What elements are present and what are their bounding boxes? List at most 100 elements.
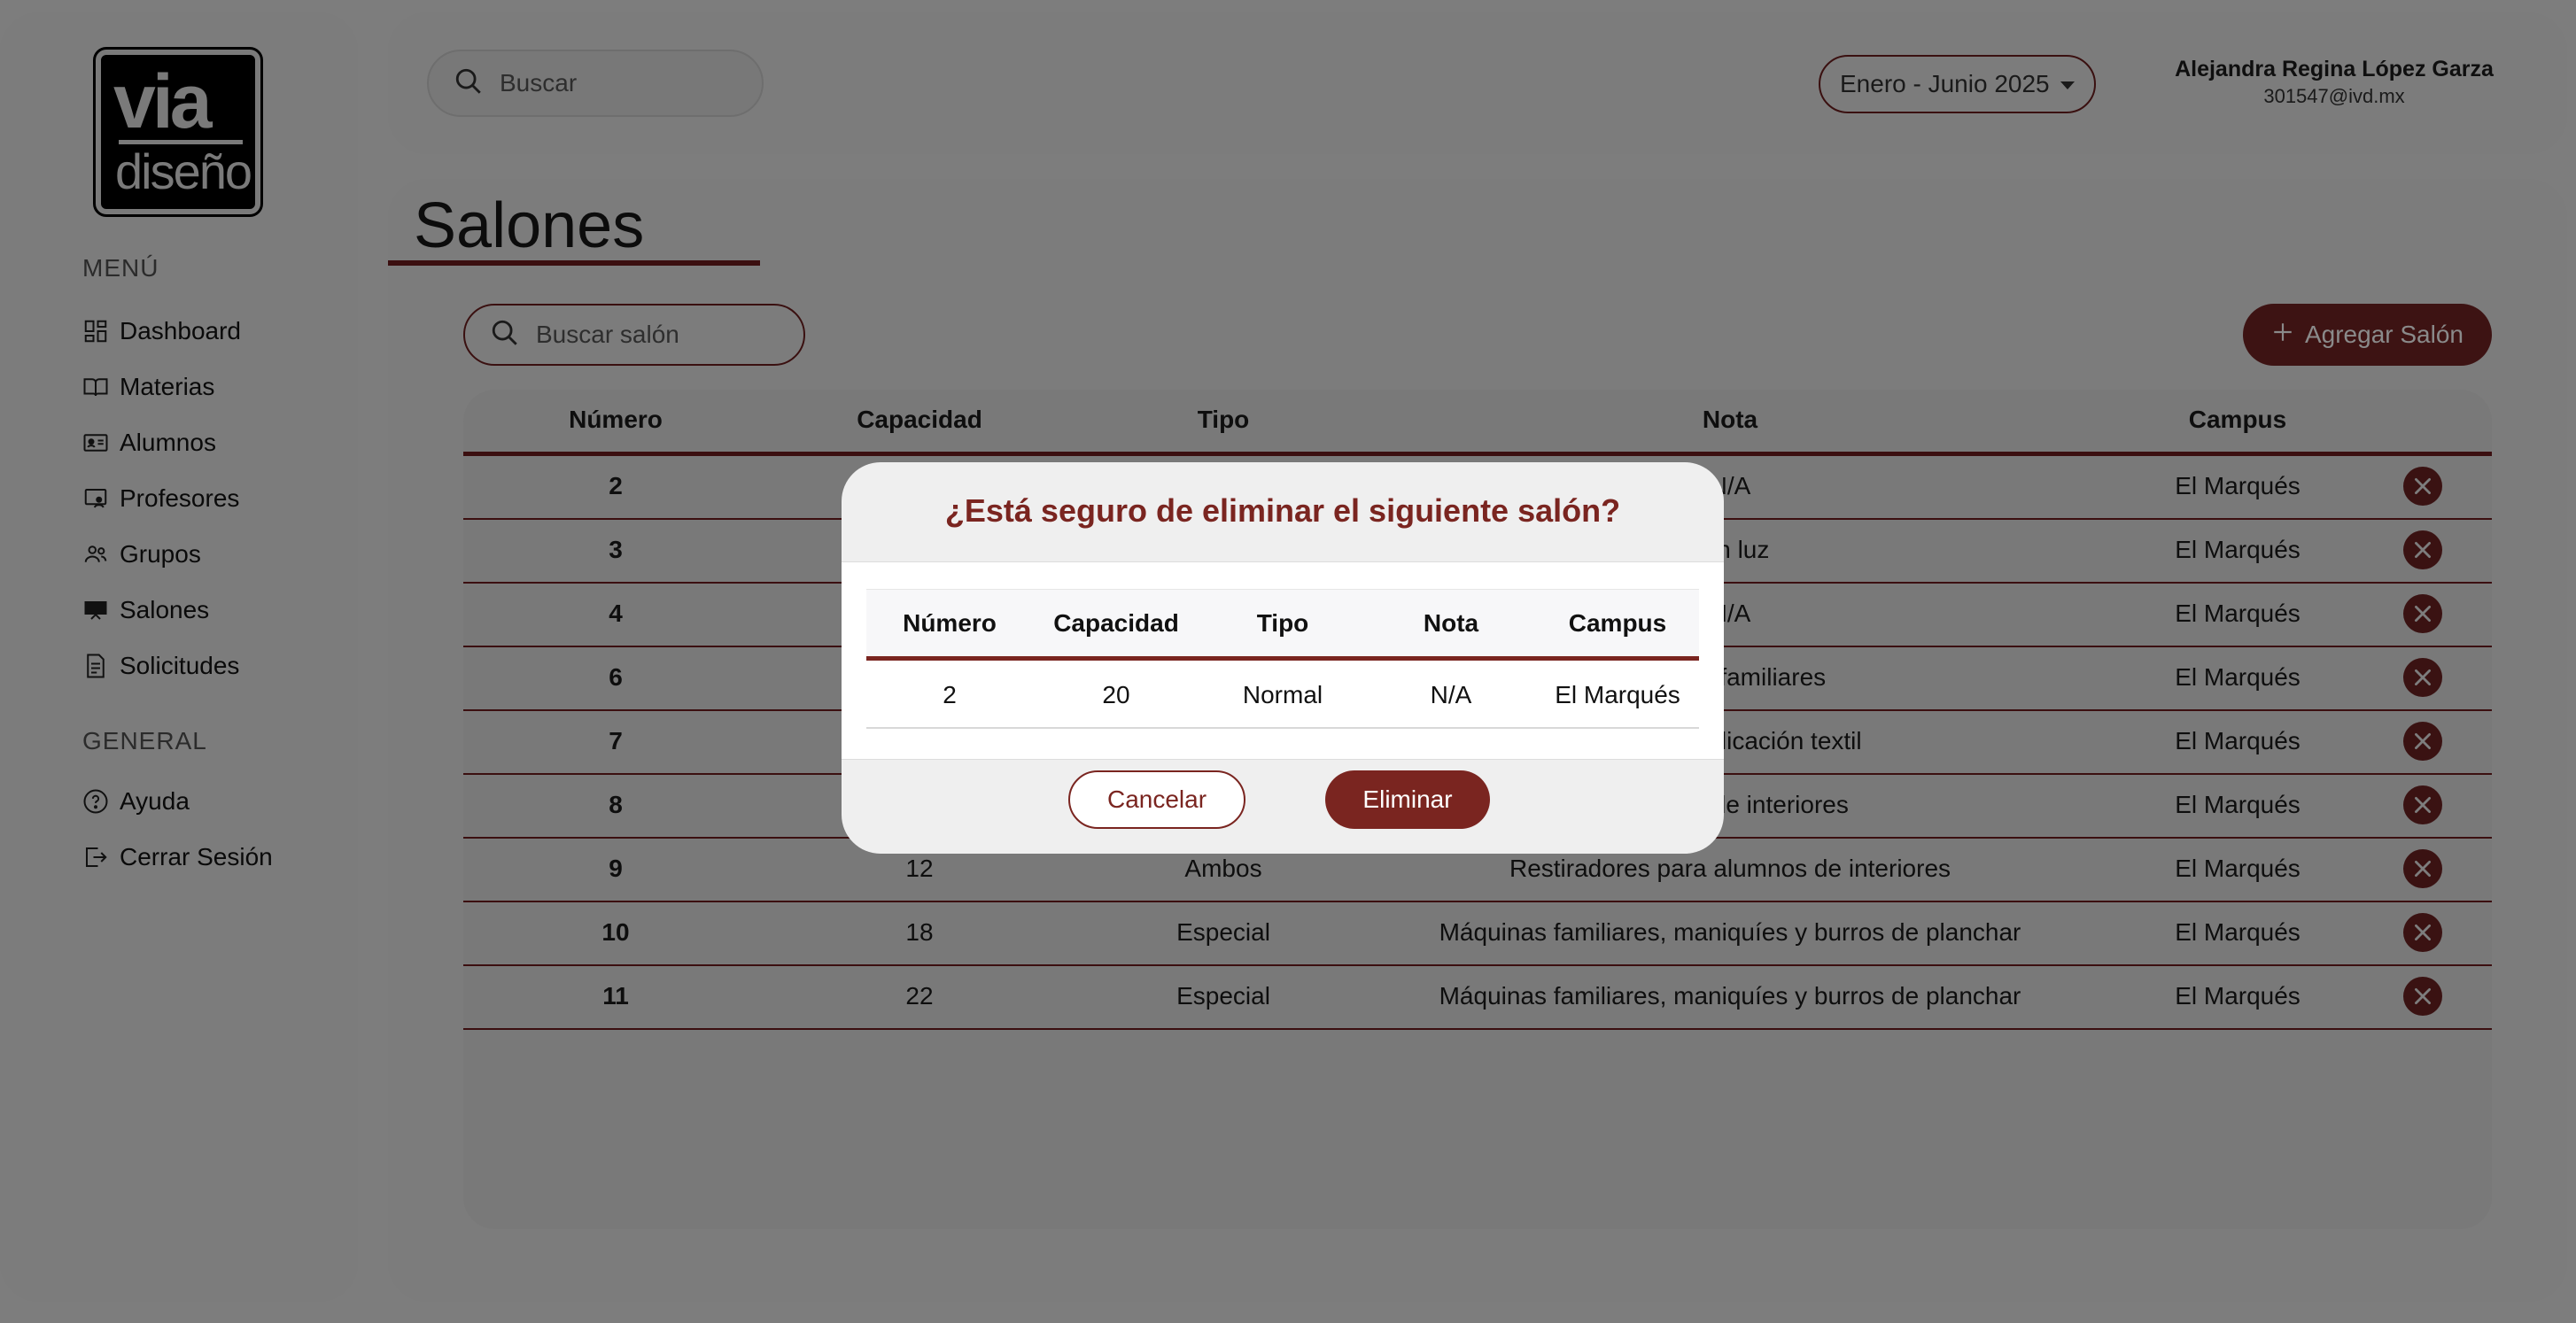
dashboard-icon: [82, 318, 109, 344]
close-icon: [2415, 478, 2431, 494]
delete-row-button[interactable]: [2403, 785, 2442, 824]
search-icon: [454, 66, 484, 101]
delete-row-button[interactable]: [2403, 849, 2442, 888]
classroom-search[interactable]: [463, 304, 805, 366]
dialog-row-divider: [866, 727, 1699, 729]
plus-icon: [2271, 321, 2294, 350]
cell-nota: Máquinas familiares, maniquíes y burros …: [1439, 982, 2021, 1010]
cell-campus: El Marqués: [2175, 855, 2301, 882]
search-input[interactable]: [500, 69, 712, 97]
sidebar-item-salones[interactable]: Salones: [82, 592, 209, 628]
column-header-nota[interactable]: Nota: [1703, 406, 1757, 434]
column-header-campus[interactable]: Campus: [2189, 406, 2286, 434]
user-email: 301547@ivd.mx: [2263, 85, 2405, 107]
dialog-table-divider: [866, 656, 1699, 661]
cell-tipo: Ambos: [1184, 855, 1262, 882]
cell-campus: El Marqués: [2175, 982, 2301, 1010]
cell-numero: 2: [609, 472, 623, 499]
classroom-icon: [82, 597, 109, 623]
close-icon: [2415, 988, 2431, 1004]
logo-text-diseno: diseño: [115, 143, 252, 199]
column-header-tipo[interactable]: Tipo: [1198, 406, 1250, 434]
close-icon: [2415, 733, 2431, 749]
teacher-icon: [82, 485, 109, 512]
sidebar-item-cerrar-sesion[interactable]: Cerrar Sesión: [82, 839, 273, 875]
sidebar-item-label: Cerrar Sesión: [120, 843, 273, 870]
dialog-cell-tipo: Normal: [1242, 681, 1323, 708]
dialog-cell-capacidad: 20: [1102, 681, 1130, 708]
dialog-column-campus: Campus: [1568, 609, 1667, 637]
cell-campus: El Marqués: [2175, 472, 2301, 499]
table-row: 10 18 Especial Máquinas familiares, maniquí…: [463, 902, 2492, 966]
delete-button[interactable]: Eliminar: [1325, 770, 1490, 829]
caret-down-icon: [2060, 81, 2075, 89]
delete-row-button[interactable]: [2403, 722, 2442, 761]
cell-nota: Restiradores para alumnos de interiores: [1509, 855, 1951, 882]
help-icon: [82, 788, 109, 815]
cell-capacidad: 22: [905, 982, 934, 1010]
book-icon: [82, 374, 109, 400]
cell-numero: 9: [609, 855, 623, 882]
cell-numero: 4: [609, 600, 623, 627]
cell-campus: El Marqués: [2175, 600, 2301, 627]
add-classroom-button[interactable]: Agregar Salón: [2243, 304, 2492, 366]
period-dropdown[interactable]: Enero - Junio 2025: [1819, 55, 2096, 113]
sidebar-item-dashboard[interactable]: Dashboard: [82, 313, 241, 349]
sidebar-item-label: Solicitudes: [120, 652, 240, 679]
dialog-column-capacidad: Capacidad: [1053, 609, 1179, 637]
dialog-column-numero: Número: [903, 609, 997, 637]
menu-section-title: MENÚ: [82, 254, 159, 282]
sidebar-item-alumnos[interactable]: Alumnos: [82, 425, 216, 460]
sidebar-item-label: Profesores: [120, 484, 240, 512]
close-icon: [2415, 606, 2431, 622]
document-icon: [82, 653, 109, 679]
dialog-title: ¿Está seguro de eliminar el siguiente sa…: [944, 492, 1621, 529]
cancel-button[interactable]: Cancelar: [1068, 770, 1245, 829]
cell-numero: 10: [601, 918, 630, 946]
sidebar-item-label: Dashboard: [120, 317, 241, 344]
delete-row-button[interactable]: [2403, 913, 2442, 952]
delete-row-button[interactable]: [2403, 467, 2442, 506]
close-icon: [2415, 669, 2431, 685]
cell-tipo: Especial: [1176, 982, 1270, 1010]
sidebar-item-solicitudes[interactable]: Solicitudes: [82, 648, 239, 684]
delete-row-button[interactable]: [2403, 530, 2442, 569]
close-icon: [2415, 797, 2431, 813]
sidebar-item-materias[interactable]: Materias: [82, 369, 214, 405]
via-diseno-logo[interactable]: via diseño: [93, 47, 263, 217]
cell-numero: 3: [609, 536, 623, 563]
sidebar-item-label: Grupos: [120, 540, 201, 568]
delete-row-button[interactable]: [2403, 977, 2442, 1016]
period-label: Enero - Junio 2025: [1840, 70, 2050, 97]
cell-tipo: Especial: [1176, 918, 1270, 946]
global-search[interactable]: [427, 50, 764, 117]
delete-row-button[interactable]: [2403, 594, 2442, 633]
dialog-table-header: Número Capacidad Tipo Nota Campus: [866, 589, 1699, 658]
cell-capacidad: 18: [905, 918, 934, 946]
sidebar-item-profesores[interactable]: Profesores: [82, 481, 239, 516]
table-row: 11 22 Especial Máquinas familiares, maniquí…: [463, 966, 2492, 1030]
sidebar-item-label: Ayuda: [120, 787, 190, 815]
classroom-search-input[interactable]: [536, 321, 749, 349]
logout-icon: [82, 844, 109, 870]
dialog-cell-campus: El Marqués: [1555, 681, 1680, 708]
dialog-cell-numero: 2: [943, 681, 957, 708]
delete-row-button[interactable]: [2403, 658, 2442, 697]
column-header-numero[interactable]: Número: [569, 406, 663, 434]
sidebar-item-ayuda[interactable]: Ayuda: [82, 784, 190, 819]
search-icon: [490, 318, 520, 352]
cell-capacidad: 12: [905, 855, 934, 882]
sidebar-item-grupos[interactable]: Grupos: [82, 537, 201, 572]
column-header-capacidad[interactable]: Capacidad: [857, 406, 982, 434]
page-title: Salones: [414, 190, 645, 261]
delete-confirmation-dialog: ¿Está seguro de eliminar el siguiente sa…: [842, 462, 1724, 854]
user-name[interactable]: Alejandra Regina López Garza: [2170, 57, 2498, 82]
cell-numero: 11: [602, 982, 629, 1010]
logo-text-via: via: [113, 59, 213, 144]
sidebar-item-label: Salones: [120, 596, 210, 623]
dialog-cell-nota: N/A: [1430, 681, 1472, 708]
close-icon: [2415, 542, 2431, 558]
dialog-body: Número Capacidad Tipo Nota Campus 2 20 N…: [842, 561, 1724, 760]
dialog-column-nota: Nota: [1423, 609, 1479, 637]
cell-campus: El Marqués: [2175, 727, 2301, 754]
